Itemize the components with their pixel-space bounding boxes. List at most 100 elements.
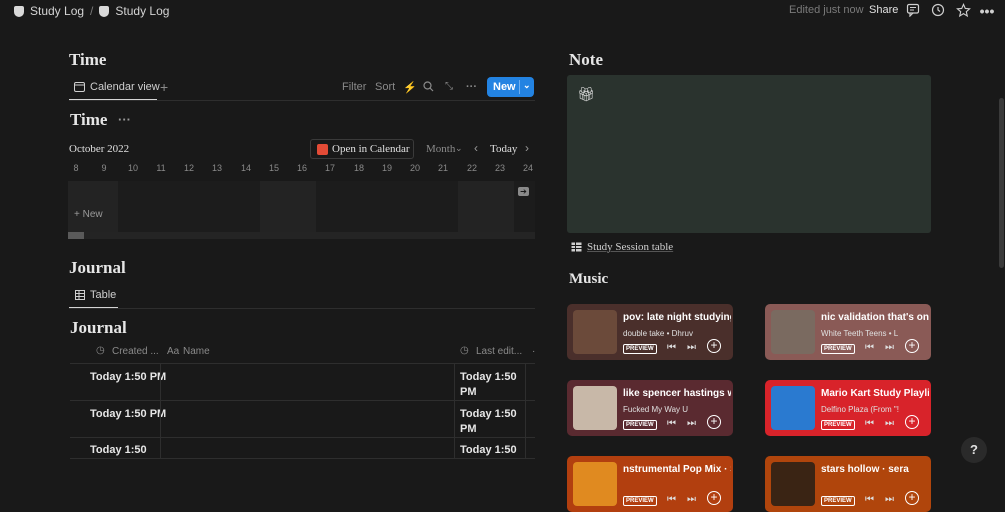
next-track-icon[interactable]: ⏭ [687, 494, 696, 505]
column-header-last-edited[interactable]: Last edit... [476, 346, 522, 357]
share-button[interactable]: Share [869, 4, 898, 16]
chevron-down-icon: ⌄ [455, 143, 463, 153]
day-number: 11 [156, 163, 166, 173]
table-row[interactable]: Today 1:50 Today 1:50 [70, 437, 535, 459]
more-options-icon[interactable]: ··· [466, 81, 477, 93]
calendar-icon [74, 82, 85, 92]
add-icon[interactable]: + [905, 491, 919, 505]
new-button-label: New [493, 81, 516, 93]
spotify-embed-card[interactable]: Mario Kart Study Playlist Delfino Plaza (… [765, 380, 931, 436]
playlist-title[interactable]: pov: late night studying · [623, 312, 731, 323]
add-icon[interactable]: + [905, 339, 919, 353]
prev-track-icon[interactable]: ⏮ [865, 494, 874, 505]
month-select[interactable]: Month [426, 143, 455, 155]
open-in-calendar-button[interactable]: Open in Calendar [310, 139, 414, 159]
expand-icon[interactable]: ⤡ [445, 81, 453, 92]
day-number: 23 [494, 163, 505, 173]
shield-icon [99, 5, 110, 17]
preview-badge: PREVIEW [821, 420, 855, 430]
weekend-cell[interactable] [260, 181, 316, 232]
gift-icon: 🎁︎ [577, 86, 595, 102]
history-icon[interactable] [930, 3, 946, 19]
playlist-title[interactable]: Mario Kart Study Playlist [821, 388, 929, 399]
add-icon[interactable]: + [707, 339, 721, 353]
weekend-cell[interactable] [68, 181, 118, 232]
day-number: 8 [73, 163, 79, 173]
column-header-name[interactable]: Name [183, 346, 210, 357]
scrollbar-track[interactable] [68, 232, 535, 239]
album-cover [771, 310, 815, 354]
album-cover [771, 386, 815, 430]
next-track-icon[interactable]: ⏭ [885, 494, 894, 505]
album-cover [573, 462, 617, 506]
tab-table[interactable]: Table [75, 289, 116, 301]
filter-button[interactable]: Filter [342, 81, 366, 93]
table-row[interactable]: Today 1:50 PM Today 1:50 PM [70, 363, 535, 400]
scrollbar-thumb[interactable] [68, 232, 84, 239]
more-icon[interactable]: ••• [979, 3, 995, 19]
search-icon[interactable] [423, 81, 434, 95]
star-icon[interactable] [955, 3, 971, 19]
prev-track-icon[interactable]: ⏮ [667, 418, 676, 429]
table-icon [571, 242, 582, 252]
month-label: October 2022 [69, 143, 130, 155]
next-track-icon[interactable]: ⏭ [885, 418, 894, 429]
today-button[interactable]: Today [490, 143, 517, 155]
playlist-title[interactable]: nstrumental Pop Mix · Sp [623, 464, 731, 475]
sort-button[interactable]: Sort [375, 81, 395, 93]
edited-status: Edited just now [789, 4, 864, 16]
journal-heading: Journal [69, 258, 126, 277]
spotify-embed-card[interactable]: stars hollow · sera PREVIEW ⏮ ⏭ + [765, 456, 931, 512]
spotify-embed-card[interactable]: nstrumental Pop Mix · Sp PREVIEW ⏮ ⏭ + [567, 456, 733, 512]
more-icon[interactable]: ··· [118, 112, 131, 127]
next-icon[interactable]: › [525, 141, 529, 155]
next-track-icon[interactable]: ⏭ [885, 342, 894, 353]
add-icon[interactable]: + [707, 491, 721, 505]
prev-track-icon[interactable]: ⏮ [865, 418, 874, 429]
playlist-title[interactable]: stars hollow · sera [821, 464, 929, 475]
prev-track-icon[interactable]: ⏮ [865, 342, 874, 353]
breadcrumb-item-1[interactable]: Study Log [30, 4, 84, 18]
week-cell[interactable] [316, 181, 458, 232]
prev-track-icon[interactable]: ⏮ [667, 342, 676, 353]
preview-badge: PREVIEW [623, 344, 657, 354]
playlist-title[interactable]: nic validation that's only [821, 312, 929, 323]
lightning-icon[interactable]: ⚡ [403, 81, 417, 94]
playlist-title[interactable]: like spencer hastings wh [623, 388, 731, 399]
spotify-embed-card[interactable]: nic validation that's only White Teeth Te… [765, 304, 931, 360]
weekend-cell[interactable] [458, 181, 514, 232]
next-track-icon[interactable]: ⏭ [687, 342, 696, 353]
column-header-created[interactable]: Created ... [112, 346, 159, 357]
tab-calendar-view[interactable]: Calendar view [74, 81, 160, 93]
comment-icon[interactable] [905, 3, 921, 19]
add-icon[interactable]: + [707, 415, 721, 429]
spotify-embed-card[interactable]: like spencer hastings wh Fucked My Way U P… [567, 380, 733, 436]
breadcrumb-item-2[interactable]: Study Log [115, 4, 169, 18]
day-number: 16 [296, 163, 307, 173]
day-number: 9 [101, 163, 107, 173]
study-session-table-label: Study Session table [587, 241, 674, 253]
note-callout[interactable]: 🎁︎ [567, 75, 931, 233]
week-cell[interactable] [118, 181, 260, 232]
journal-db-title: Journal [70, 318, 127, 337]
next-track-icon[interactable]: ⏭ [687, 418, 696, 429]
chevron-down-icon[interactable]: ⌄ [523, 80, 531, 91]
more-icon[interactable]: · [532, 346, 535, 357]
add-icon[interactable]: + [905, 415, 919, 429]
calendar-new-item[interactable]: + New [74, 209, 103, 220]
add-view-icon[interactable]: + [160, 79, 168, 95]
breadcrumb-separator: / [90, 4, 94, 18]
time-heading: Time [69, 50, 107, 69]
cell-created: Today 1:50 PM [90, 371, 167, 383]
prev-track-icon[interactable]: ⏮ [667, 494, 676, 505]
arrow-right-icon[interactable]: ➔ [518, 187, 529, 196]
study-session-table-link[interactable]: Study Session table [571, 241, 673, 253]
page-scrollbar[interactable] [999, 98, 1004, 268]
new-button[interactable]: New ⌄ [487, 77, 534, 97]
table-row[interactable]: Today 1:50 PM Today 1:50 PM [70, 400, 535, 437]
prev-icon[interactable]: ‹ [474, 141, 478, 155]
spotify-embed-card[interactable]: pov: late night studying · double take • … [567, 304, 733, 360]
help-button[interactable]: ? [961, 437, 987, 463]
day-number: 24 [522, 163, 533, 173]
preview-badge: PREVIEW [623, 496, 657, 506]
